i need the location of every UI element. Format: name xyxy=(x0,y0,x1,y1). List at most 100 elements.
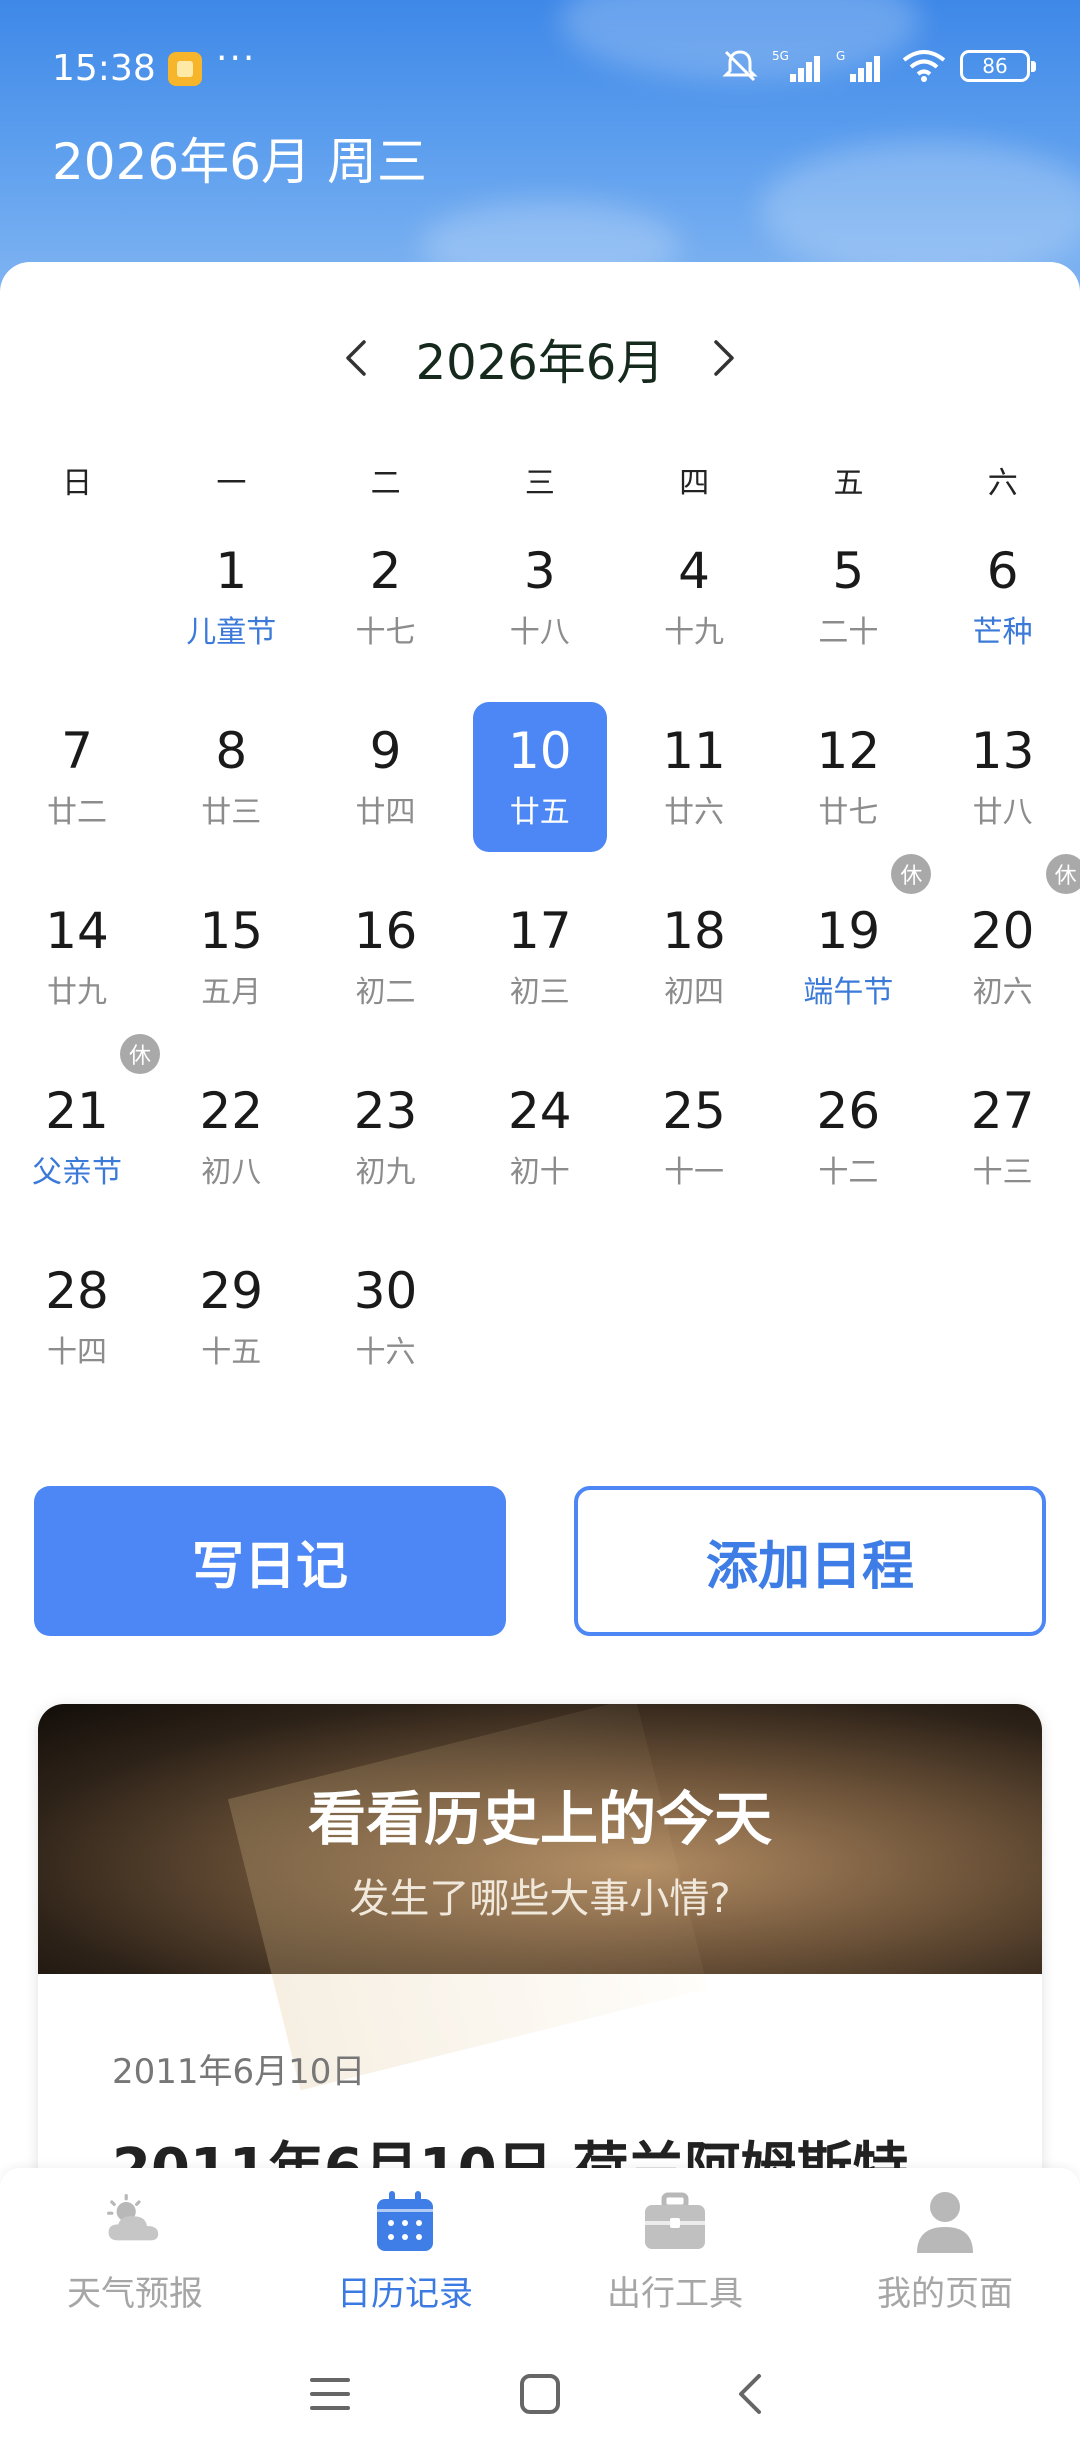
lunar-date: 十六 xyxy=(355,1334,416,1370)
calendar-day[interactable]: 9 廿四 xyxy=(319,702,453,852)
calendar-day[interactable]: 19 端午节休 xyxy=(781,854,932,1032)
calendar-day[interactable]: 21 父亲节休 xyxy=(10,1034,160,1212)
next-month-button[interactable] xyxy=(704,328,744,388)
calendar-day[interactable]: 23 初九 xyxy=(319,1062,453,1212)
calendar-day-cell[interactable]: 30 十六 xyxy=(309,1242,463,1422)
tab-weather[interactable]: 天气预报 xyxy=(0,2168,270,2328)
calendar-day-cell[interactable]: 6 芒种 xyxy=(926,522,1080,702)
calendar-day[interactable]: 15 五月 xyxy=(164,882,298,1032)
chevron-right-icon xyxy=(714,340,735,376)
notification-app-icon xyxy=(168,52,202,86)
weather-icon xyxy=(99,2186,171,2258)
festival-label: 端午节 xyxy=(803,974,894,1010)
calendar-empty-cell xyxy=(463,1242,617,1422)
calendar-day-cell[interactable]: 17 初三 xyxy=(463,882,617,1062)
menu-button[interactable] xyxy=(300,2364,360,2424)
calendar-day[interactable]: 17 初三 xyxy=(473,882,607,1032)
lunar-date: 廿八 xyxy=(972,794,1033,830)
calendar-day[interactable]: 30 十六 xyxy=(319,1242,453,1392)
lunar-date: 初二 xyxy=(355,974,416,1010)
festival-label: 儿童节 xyxy=(186,614,277,650)
calendar-day-cell[interactable]: 25 十一 xyxy=(617,1062,771,1242)
lunar-date: 十九 xyxy=(664,614,725,650)
calendar-day[interactable]: 28 十四 xyxy=(10,1242,144,1392)
lunar-date: 廿四 xyxy=(355,794,416,830)
calendar-day[interactable]: 3 十八 xyxy=(473,522,607,672)
calendar-day[interactable]: 11 廿六 xyxy=(627,702,761,852)
calendar-day-cell[interactable]: 7 廿二 xyxy=(0,702,154,882)
calendar-day-cell[interactable]: 19 端午节休 xyxy=(771,854,932,1062)
calendar-day-cell[interactable]: 29 十五 xyxy=(154,1242,308,1422)
tab-my-page[interactable]: 我的页面 xyxy=(810,2168,1080,2328)
calendar-day[interactable]: 7 廿二 xyxy=(10,702,144,852)
calendar-day-cell[interactable]: 20 初六 休 xyxy=(926,854,1080,1062)
day-number: 25 xyxy=(662,1081,726,1140)
month-title: 2026年6月 xyxy=(415,335,665,391)
calendar-day-cell[interactable]: 8 廿三 xyxy=(154,702,308,882)
calendar-day-cell[interactable]: 24 初十 xyxy=(463,1062,617,1242)
calendar-day[interactable]: 18 初四 xyxy=(627,882,761,1032)
tab-label: 出行工具 xyxy=(607,2274,743,2314)
calendar-day[interactable]: 8 廿三 xyxy=(164,702,298,852)
write-diary-button[interactable]: 写日记 xyxy=(34,1486,506,1636)
calendar-day[interactable]: 1 儿童节 xyxy=(164,522,298,672)
tab-calendar[interactable]: 日历记录 xyxy=(270,2168,540,2328)
calendar-day[interactable]: 20 初六 休 xyxy=(936,854,1080,1032)
calendar-day-cell[interactable]: 1 儿童节 xyxy=(154,522,308,702)
day-number: 17 xyxy=(507,901,572,960)
home-button[interactable] xyxy=(510,2364,570,2424)
calendar-day-cell[interactable]: 23 初九 xyxy=(309,1062,463,1242)
status-icons: 5G G 86 xyxy=(720,46,1036,86)
day-number: 18 xyxy=(662,901,726,960)
calendar-day[interactable]: 5 二十 xyxy=(781,522,915,672)
calendar-day[interactable]: 12 廿七 xyxy=(781,702,915,852)
calendar-day-cell[interactable]: 18 初四 xyxy=(617,882,771,1062)
calendar-day-cell[interactable]: 10 廿五 xyxy=(463,702,617,882)
signal-5g-icon: 5G xyxy=(772,49,820,82)
calendar-day[interactable]: 26 十二 xyxy=(781,1062,915,1212)
day-number: 7 xyxy=(61,721,93,780)
status-time: 15:38 xyxy=(52,48,156,89)
calendar-day[interactable]: 24 初十 xyxy=(473,1062,607,1212)
calendar-day-cell[interactable]: 2 十七 xyxy=(309,522,463,702)
add-schedule-button[interactable]: 添加日程 xyxy=(574,1486,1046,1636)
calendar-day[interactable]: 13 廿八 xyxy=(936,702,1070,852)
weekday-label: 二 xyxy=(370,466,401,501)
calendar-day[interactable]: 16 初二 xyxy=(319,882,453,1032)
tab-travel-tools[interactable]: 出行工具 xyxy=(540,2168,810,2328)
calendar-day[interactable]: 2 十七 xyxy=(319,522,453,672)
calendar-day-cell[interactable]: 27 十三 xyxy=(926,1062,1080,1242)
lunar-date: 廿三 xyxy=(201,794,262,830)
lunar-date: 十四 xyxy=(47,1334,107,1370)
calendar-day-cell[interactable]: 21 父亲节休 xyxy=(0,1034,160,1242)
lunar-date: 廿六 xyxy=(664,794,725,830)
calendar-day-cell[interactable]: 4 十九 xyxy=(617,522,771,702)
day-number: 29 xyxy=(199,1261,264,1320)
back-button[interactable] xyxy=(720,2364,780,2424)
calendar-day-cell[interactable]: 3 十八 xyxy=(463,522,617,702)
lunar-date: 五月 xyxy=(201,974,262,1010)
weekday-label: 五 xyxy=(833,466,864,501)
calendar-day[interactable]: 10 廿五 xyxy=(472,702,607,852)
calendar-day-cell[interactable]: 9 廿四 xyxy=(309,702,463,882)
calendar-day-cell[interactable]: 26 十二 xyxy=(771,1062,925,1242)
calendar-day-cell[interactable]: 22 初八 xyxy=(154,1062,308,1242)
calendar-day[interactable]: 6 芒种 xyxy=(936,522,1070,672)
prev-month-button[interactable] xyxy=(336,328,376,388)
day-number: 9 xyxy=(369,721,402,780)
calendar-day-cell[interactable]: 11 廿六 xyxy=(617,702,771,882)
calendar-day-cell[interactable]: 28 十四 xyxy=(0,1242,154,1422)
calendar-day[interactable]: 14 廿九 xyxy=(10,882,144,1032)
calendar-day-cell[interactable]: 5 二十 xyxy=(771,522,925,702)
calendar-day-cell[interactable]: 16 初二 xyxy=(309,882,463,1062)
calendar-day[interactable]: 27 十三 xyxy=(936,1062,1070,1212)
home-square-icon xyxy=(520,2374,560,2414)
weekday-label: 六 xyxy=(987,466,1018,501)
calendar-day-cell[interactable]: 15 五月 xyxy=(154,882,308,1062)
calendar-day[interactable]: 22 初八 xyxy=(164,1062,298,1212)
calendar-day[interactable]: 25 十一 xyxy=(627,1062,761,1212)
lunar-date: 十七 xyxy=(355,614,416,650)
calendar-day[interactable]: 29 十五 xyxy=(164,1242,298,1392)
calendar-day[interactable]: 4 十九 xyxy=(627,522,761,672)
day-number: 15 xyxy=(199,901,264,960)
